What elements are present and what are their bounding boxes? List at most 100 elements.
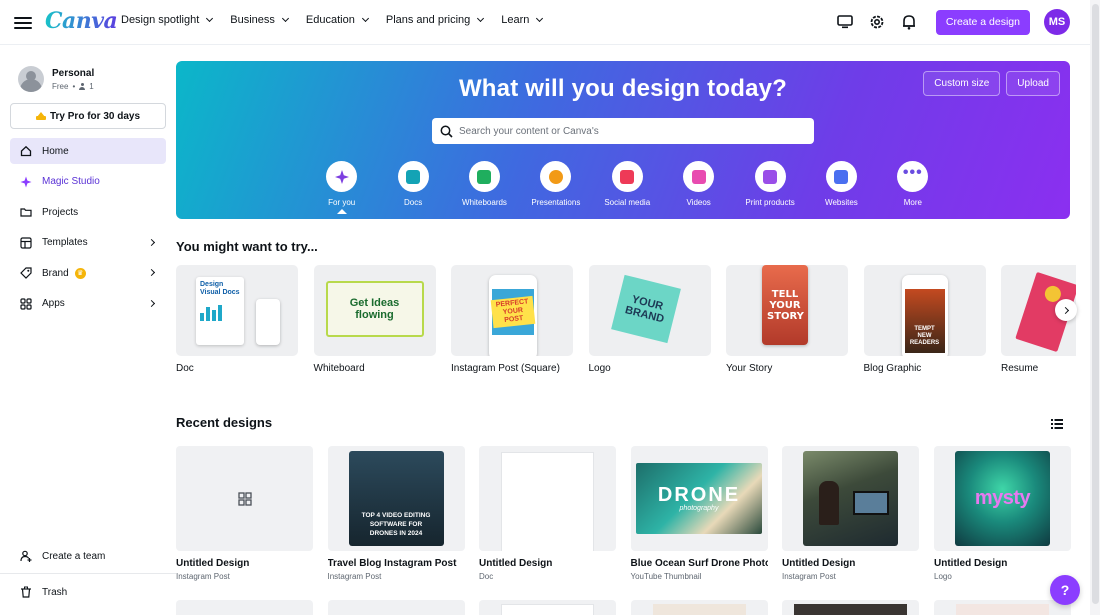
- recent-type: Instagram Post: [176, 572, 230, 581]
- print-icon: [754, 161, 786, 192]
- sidebar-item-brand[interactable]: Brand ♛: [10, 260, 166, 286]
- recent-thumbnail: [479, 446, 616, 551]
- recent-design-card-partial[interactable]: [327, 600, 465, 615]
- sidebar-item-label: Brand: [42, 267, 69, 279]
- nav-label: Business: [230, 14, 275, 26]
- suggestion-doc[interactable]: Design Visual Docs Doc: [176, 265, 298, 374]
- recent-thumbnail: [782, 446, 919, 551]
- create-design-button[interactable]: Create a design: [935, 9, 1030, 35]
- category-row: For you Docs Whiteboards Presentations S…: [306, 161, 949, 214]
- recent-design-card[interactable]: DRONE photography Blue Ocean Surf Drone …: [630, 446, 768, 581]
- instagram-thumbnail: PERFECT YOUR POST: [451, 265, 573, 356]
- recent-type: YouTube Thumbnail: [630, 572, 702, 581]
- menu-icon[interactable]: [14, 14, 32, 32]
- header-actions: Create a design MS: [836, 9, 1070, 35]
- sidebar-item-magic-studio[interactable]: Magic Studio: [10, 169, 166, 195]
- sparkle-icon: [326, 161, 358, 192]
- suggestion-label: Whiteboard: [313, 363, 365, 374]
- custom-size-button[interactable]: Custom size: [923, 71, 1001, 96]
- recent-design-card-partial[interactable]: [782, 600, 919, 615]
- scrollbar[interactable]: [1090, 0, 1100, 615]
- sidebar-item-label: Projects: [42, 206, 79, 218]
- nav-plans-pricing[interactable]: Plans and pricing: [377, 10, 492, 30]
- recent-design-card[interactable]: mysty Untitled Design Logo: [934, 446, 1071, 581]
- list-view-icon[interactable]: [1051, 417, 1063, 429]
- recent-design-card[interactable]: Untitled Design Instagram Post: [176, 446, 313, 581]
- trash-button[interactable]: Trash: [10, 579, 166, 605]
- account-avatar[interactable]: MS: [1044, 9, 1070, 35]
- category-label: More: [903, 198, 922, 207]
- recent-design-card[interactable]: Untitled Design Doc: [479, 446, 616, 581]
- sidebar-item-label: Apps: [42, 298, 65, 310]
- whiteboard-thumbnail: Get Ideas flowing: [313, 265, 436, 356]
- profile[interactable]: Personal Free • 1: [18, 66, 94, 92]
- nav-business[interactable]: Business: [221, 10, 297, 30]
- profile-plan: Free • 1: [52, 82, 94, 91]
- category-for-you[interactable]: For you: [306, 161, 377, 214]
- thumb-text: DRONE: [657, 484, 741, 506]
- category-label: Whiteboards: [462, 198, 507, 207]
- suggestion-blog-graphic[interactable]: TEMPT NEW READERS Blog Graphic: [863, 265, 986, 374]
- upload-button[interactable]: Upload: [1006, 71, 1060, 96]
- profile-avatar: [18, 66, 44, 92]
- suggestion-label: Logo: [588, 363, 611, 374]
- category-label: Social media: [604, 198, 651, 207]
- category-more[interactable]: ••• More: [877, 161, 948, 207]
- category-docs[interactable]: Docs: [377, 161, 448, 207]
- sidebar: Personal Free • 1 Try Pro for 30 days Ho…: [0, 46, 176, 615]
- suggestion-instagram-post[interactable]: PERFECT YOUR POST Instagram Post (Square…: [451, 265, 573, 374]
- sidebar-item-templates[interactable]: Templates: [10, 230, 166, 256]
- whiteboard-icon: [468, 161, 500, 192]
- category-social-media[interactable]: Social media: [592, 161, 663, 207]
- canva-logo[interactable]: Canva: [45, 8, 118, 34]
- recent-design-card-partial[interactable]: [176, 600, 313, 615]
- help-button[interactable]: ?: [1050, 575, 1080, 605]
- brand-icon: [20, 267, 32, 280]
- plan-label: Free: [52, 81, 69, 91]
- chevron-down-icon: [281, 14, 289, 23]
- recent-design-card[interactable]: TOP 4 VIDEO EDITING SOFTWARE FOR DRONES …: [327, 446, 465, 581]
- profile-name: Personal: [52, 67, 95, 79]
- gear-icon[interactable]: [868, 13, 886, 31]
- suggestion-logo[interactable]: YOUR BRAND Logo: [588, 265, 711, 374]
- person-icon: [79, 82, 86, 90]
- category-print-products[interactable]: Print products: [734, 161, 805, 207]
- sidebar-item-apps[interactable]: Apps: [10, 291, 166, 317]
- thumb-text: mysty: [974, 487, 1031, 509]
- search-input[interactable]: [459, 125, 799, 137]
- nav-design-spotlight[interactable]: Design spotlight: [112, 10, 221, 30]
- suggestion-row: Design Visual Docs Doc Get Ideas flowing…: [176, 265, 1076, 380]
- create-team-button[interactable]: Create a team: [10, 543, 166, 569]
- recent-design-card-partial[interactable]: [479, 600, 616, 615]
- recent-design-card-partial[interactable]: [934, 600, 1071, 615]
- category-whiteboards[interactable]: Whiteboards: [449, 161, 520, 207]
- recent-design-card[interactable]: Untitled Design Instagram Post: [782, 446, 919, 581]
- category-websites[interactable]: Websites: [806, 161, 877, 207]
- bell-icon[interactable]: [900, 13, 918, 31]
- thumb-text: TEMPT NEW READERS: [909, 326, 940, 346]
- recent-name: Travel Blog Instagram Post: [327, 558, 457, 569]
- suggestion-label: Instagram Post (Square): [451, 363, 560, 374]
- suggestion-label: Resume: [1001, 363, 1039, 374]
- search-bar[interactable]: [432, 118, 814, 144]
- nav-education[interactable]: Education: [297, 10, 377, 30]
- recent-type: Instagram Post: [327, 572, 382, 581]
- sidebar-item-projects[interactable]: Projects: [10, 199, 166, 225]
- category-presentations[interactable]: Presentations: [520, 161, 591, 207]
- nav-label: Design spotlight: [121, 14, 200, 26]
- separator-dot: •: [72, 81, 76, 91]
- sparkle-icon: [20, 176, 32, 188]
- desktop-icon[interactable]: [836, 13, 854, 31]
- try-pro-button[interactable]: Try Pro for 30 days: [10, 103, 166, 129]
- scrollbar-thumb[interactable]: [1092, 4, 1099, 604]
- carousel-next-button[interactable]: [1055, 299, 1077, 321]
- recent-type: Instagram Post: [782, 572, 836, 581]
- chevron-right-icon: [147, 238, 156, 246]
- sidebar-item-home[interactable]: Home: [10, 138, 166, 164]
- suggestion-your-story[interactable]: TELL YOUR STORY Your Story: [726, 265, 848, 374]
- category-label: Docs: [403, 198, 423, 207]
- suggestion-whiteboard[interactable]: Get Ideas flowing Whiteboard: [313, 265, 436, 374]
- recent-design-card-partial[interactable]: [630, 600, 768, 615]
- nav-learn[interactable]: Learn: [492, 10, 551, 30]
- category-videos[interactable]: Videos: [663, 161, 734, 207]
